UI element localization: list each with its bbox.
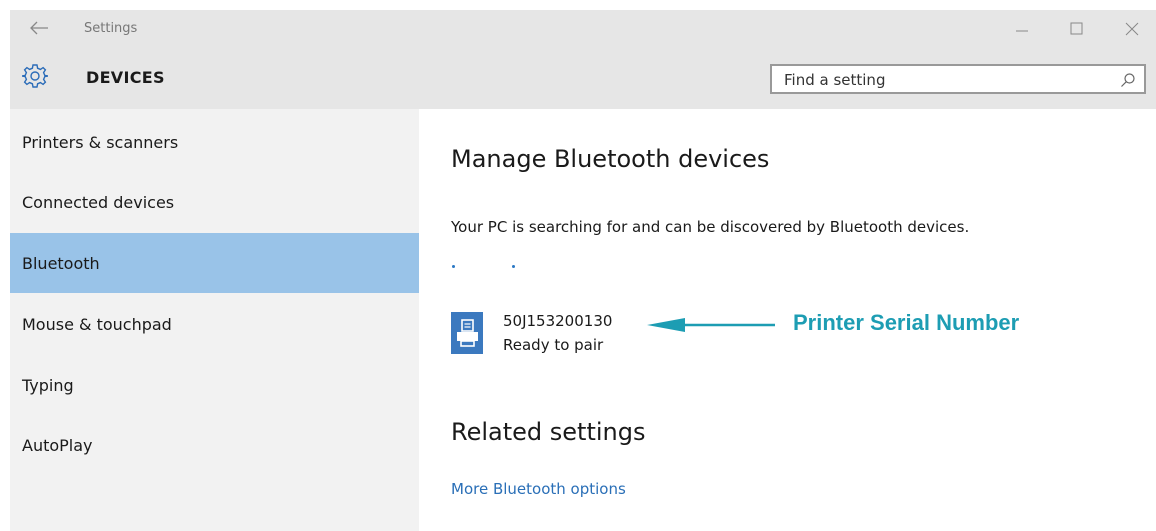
sidebar-item-autoplay[interactable]: AutoPlay: [10, 415, 419, 475]
manage-bluetooth-title: Manage Bluetooth devices: [451, 145, 770, 173]
sidebar: Printers & scanners Connected devices Bl…: [10, 109, 419, 531]
close-icon[interactable]: [1120, 17, 1144, 41]
page-title: DEVICES: [86, 68, 165, 87]
progress-dot: [452, 265, 455, 268]
sidebar-item-label: AutoPlay: [22, 435, 93, 455]
settings-window: Settings DEVICES Prin: [10, 10, 1156, 531]
title-bar: Settings: [10, 10, 1156, 48]
back-arrow-icon[interactable]: [28, 18, 50, 38]
progress-dot: [512, 265, 515, 268]
device-status: Ready to pair: [503, 336, 604, 354]
device-name: 50J153200130: [503, 312, 613, 330]
sidebar-item-connected-devices[interactable]: Connected devices: [10, 172, 419, 232]
window-title: Settings: [84, 21, 138, 36]
sidebar-item-label: Printers & scanners: [22, 132, 179, 152]
related-settings-title: Related settings: [451, 418, 646, 446]
settings-header: DEVICES: [10, 48, 1156, 109]
sidebar-item-label: Bluetooth: [22, 253, 100, 273]
printer-serial-callout: Printer Serial Number: [793, 310, 1020, 335]
search-icon[interactable]: [1120, 72, 1136, 88]
minimize-icon[interactable]: [1010, 17, 1034, 41]
sidebar-item-printers-scanners[interactable]: Printers & scanners: [10, 112, 419, 172]
search-box[interactable]: [770, 64, 1146, 94]
maximize-icon[interactable]: [1064, 17, 1088, 41]
printer-icon: [451, 312, 483, 354]
callout-arrow-icon: [647, 318, 775, 332]
bluetooth-status-description: Your PC is searching for and can be disc…: [451, 218, 970, 236]
sidebar-item-bluetooth[interactable]: Bluetooth: [10, 233, 419, 293]
search-input[interactable]: [784, 69, 1104, 91]
sidebar-item-label: Connected devices: [22, 192, 175, 212]
sidebar-item-mouse-touchpad[interactable]: Mouse & touchpad: [10, 294, 419, 354]
sidebar-item-label: Typing: [22, 375, 74, 395]
more-bluetooth-options-link[interactable]: More Bluetooth options: [451, 480, 626, 498]
sidebar-item-typing[interactable]: Typing: [10, 355, 419, 415]
gear-icon: [22, 64, 48, 88]
main-content: Manage Bluetooth devices Your PC is sear…: [419, 109, 1156, 531]
sidebar-item-label: Mouse & touchpad: [22, 314, 172, 334]
